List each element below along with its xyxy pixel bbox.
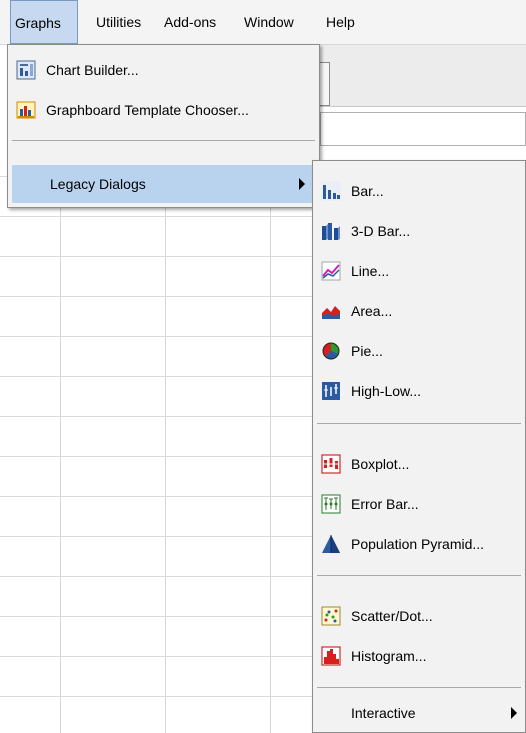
menu-graphs-label: Graphs [15, 15, 61, 31]
menu-utilities[interactable]: Utilities [92, 0, 145, 44]
boxplot-icon [321, 454, 341, 474]
menu-item-label: Line... [351, 263, 390, 279]
menu-item-label: Pie... [351, 343, 383, 359]
chart-builder-icon [16, 60, 36, 80]
menu-separator [12, 140, 315, 141]
menu-item-interactive[interactable]: Interactive [313, 694, 525, 732]
menu-item-bar[interactable]: Bar... [313, 172, 525, 210]
legacy-dialogs-submenu: Bar... 3-D Bar... Line... Area... Pie...… [312, 160, 526, 733]
high-low-icon [321, 381, 341, 401]
bar-chart-icon [321, 181, 341, 201]
submenu-arrow-icon [511, 707, 517, 719]
menu-item-chart-builder[interactable]: Chart Builder... [8, 51, 319, 89]
menu-item-pie[interactable]: Pie... [313, 332, 525, 370]
grid-column-line [60, 150, 61, 733]
menu-window[interactable]: Window [240, 0, 298, 44]
menu-item-label: Graphboard Template Chooser... [46, 102, 249, 118]
menu-item-label: Error Bar... [351, 496, 419, 512]
graphs-dropdown: Chart Builder... Graphboard Template Cho… [7, 44, 320, 208]
menu-item-population-pyramid[interactable]: Population Pyramid... [313, 525, 525, 563]
grid-column-line [270, 150, 271, 733]
pie-chart-icon [321, 341, 341, 361]
menu-utilities-label: Utilities [96, 14, 142, 30]
toolbar [320, 44, 526, 107]
3d-bar-icon [321, 221, 341, 241]
menu-separator [317, 423, 521, 424]
menu-help[interactable]: Help [322, 0, 359, 44]
legacy-dialogs-icon-space [20, 174, 40, 194]
menu-item-legacy-dialogs[interactable]: Legacy Dialogs [12, 165, 315, 203]
menu-item-label: Population Pyramid... [351, 536, 485, 552]
menu-item-label: Area... [351, 303, 393, 319]
menu-graphs[interactable]: Graphs [10, 0, 78, 44]
menu-addons-label: Add-ons [164, 14, 217, 30]
menu-item-boxplot[interactable]: Boxplot... [313, 445, 525, 483]
error-bar-icon [321, 494, 341, 514]
menu-item-line[interactable]: Line... [313, 252, 525, 290]
menu-addons[interactable]: Add-ons [160, 0, 220, 44]
line-chart-icon [321, 261, 341, 281]
scatter-icon [321, 606, 341, 626]
menu-bar: Graphs Utilities Add-ons Window Help [0, 0, 526, 45]
grid-column-line [165, 150, 166, 733]
menu-item-area[interactable]: Area... [313, 292, 525, 330]
menu-item-high-low[interactable]: High-Low... [313, 372, 525, 410]
menu-item-label: Chart Builder... [46, 62, 139, 78]
menu-help-label: Help [326, 14, 355, 30]
menu-separator [317, 575, 521, 576]
menu-item-label: High-Low... [351, 383, 422, 399]
cell-value-field[interactable] [320, 112, 526, 146]
menu-item-label: 3-D Bar... [351, 223, 411, 239]
menu-window-label: Window [244, 14, 294, 30]
interactive-icon-space [321, 703, 341, 723]
histogram-icon [321, 646, 341, 666]
menu-separator [317, 687, 521, 688]
menu-item-graphboard-template[interactable]: Graphboard Template Chooser... [8, 91, 319, 129]
menu-item-error-bar[interactable]: Error Bar... [313, 485, 525, 523]
menu-item-3d-bar[interactable]: 3-D Bar... [313, 212, 525, 250]
menu-item-label: Boxplot... [351, 456, 410, 472]
menu-item-label: Histogram... [351, 648, 427, 664]
menu-item-label: Bar... [351, 183, 384, 199]
population-pyramid-icon [321, 534, 341, 554]
menu-item-histogram[interactable]: Histogram... [313, 637, 525, 675]
graphboard-icon [16, 100, 36, 120]
area-chart-icon [321, 301, 341, 321]
menu-item-label: Interactive [351, 705, 416, 721]
menu-item-label: Scatter/Dot... [351, 608, 433, 624]
menu-item-label: Legacy Dialogs [50, 176, 146, 192]
submenu-arrow-icon [299, 178, 305, 190]
menu-item-scatter-dot[interactable]: Scatter/Dot... [313, 597, 525, 635]
